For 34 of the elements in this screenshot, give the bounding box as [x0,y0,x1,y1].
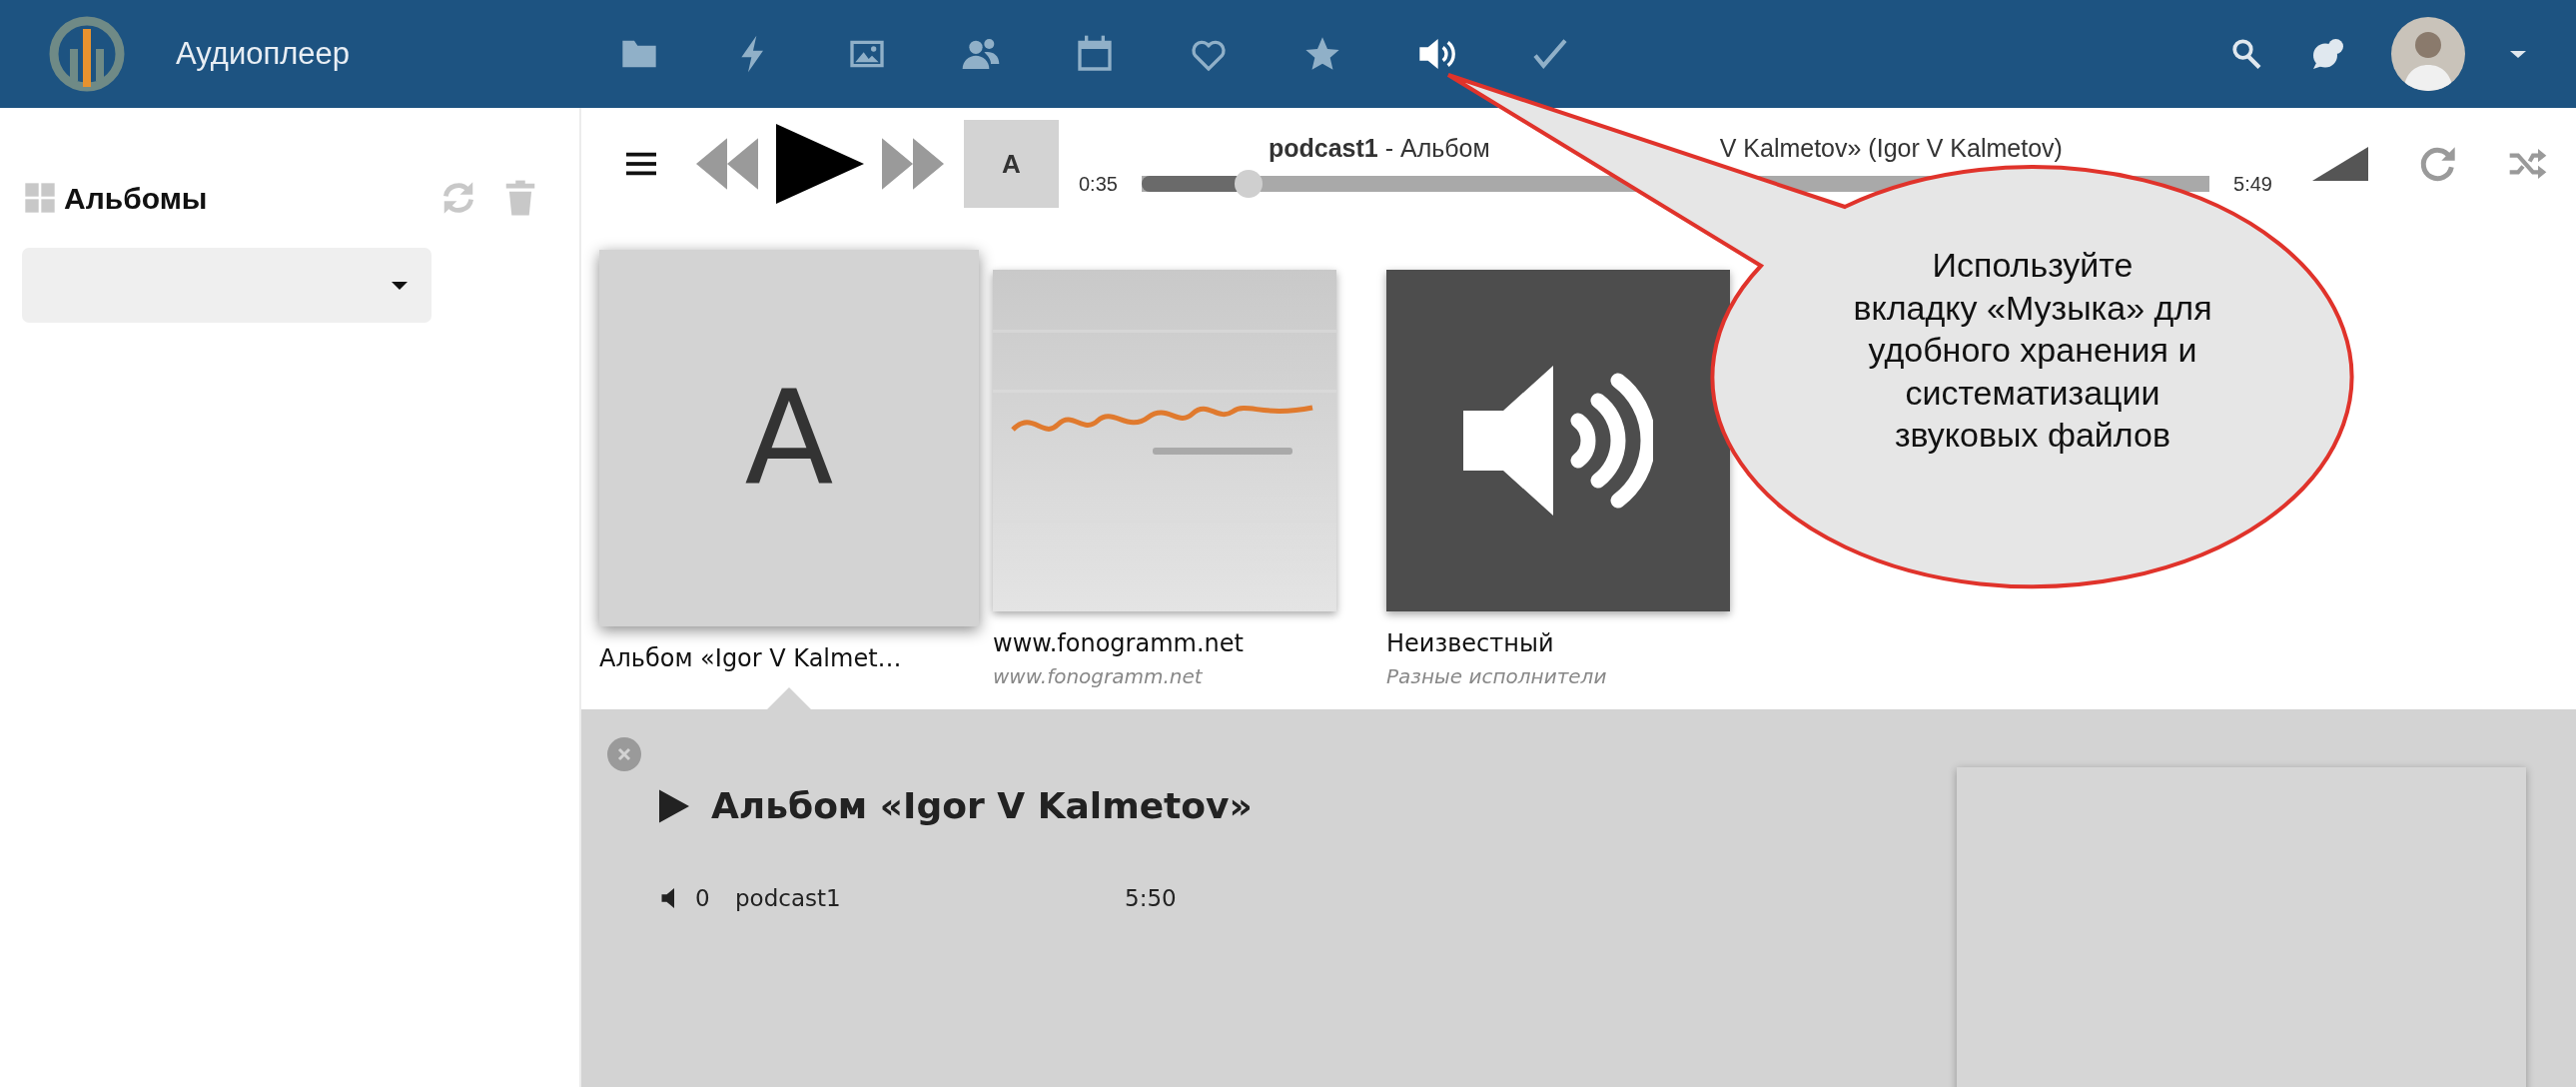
progress-handle[interactable] [1234,170,1263,198]
callout-text: Используйте вкладку «Музыка» для удобного хранения и систематизации звуковых файлов [1852,245,2213,456]
menu-icon[interactable] [626,150,656,178]
logo-icon [48,15,126,93]
elapsed-time: 0:35 [1079,172,1118,197]
close-icon[interactable] [607,737,641,771]
play-icon[interactable] [659,789,689,823]
caret-icon[interactable] [2510,49,2526,59]
previous-icon[interactable] [696,138,758,190]
calendar-icon[interactable] [1075,34,1115,74]
caret-icon [392,280,408,291]
repeat-icon[interactable] [2418,144,2458,184]
chat-bubbles-icon[interactable] [2310,36,2346,72]
next-icon[interactable] [882,138,944,190]
album-title[interactable]: Неизвестный [1386,625,1766,661]
album-artist: Разные исполнители [1386,663,1608,690]
play-icon[interactable] [776,124,864,204]
album-thumbnail: A [964,120,1059,208]
sidebar-title: Альбомы [64,180,208,217]
grid-icon [24,182,56,214]
album-title: Альбом «Igor V Kalmetov» [711,784,1253,828]
album-cover[interactable]: A [599,250,979,626]
album-cover[interactable] [1386,270,1730,611]
track-number: 0 [695,884,711,913]
track-duration: 5:50 [1125,884,1177,913]
track-title: V Kalmetov» (Igor V Kalmetov) [1719,133,2063,165]
total-time: 5:49 [2233,172,2272,197]
track-name[interactable]: podcast1 [735,881,1125,916]
album-title[interactable]: www.fonogramm.net [993,625,1372,661]
album-title[interactable]: Альбом «Igor V Kalmet… [599,640,979,676]
app-title: Аудиоплеер [176,34,351,73]
album-artist: www.fonogramm.net [993,663,1204,690]
track-title: podcast1 - Альбом [1269,133,1490,165]
volume-icon[interactable] [2312,147,2368,181]
